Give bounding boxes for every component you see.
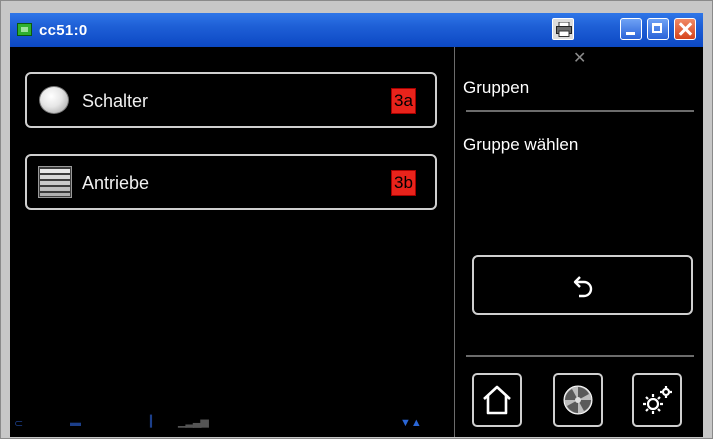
panel-subtitle: Gruppe wählen [463,135,579,154]
blind-actuator-icon [38,166,72,198]
status-icon: ▎ [150,416,159,428]
app-window: cc51:0 ✕ Schalter 3a Antriebe 3b Gruppen… [10,13,703,437]
close-button[interactable] [674,18,696,40]
group-item-label: Schalter [82,91,149,111]
status-icon: ▬ [70,417,81,429]
close-panel-icon[interactable]: ✕ [573,51,586,67]
annotation-tag: 3b [391,170,416,196]
title-bar[interactable]: cc51:0 [10,13,703,47]
divider [466,355,694,357]
annotation-tag: 3a [391,88,416,114]
panel-title: Gruppen [463,78,530,97]
window-title: cc51:0 [39,22,88,39]
group-item-antriebe[interactable]: Antriebe 3b [25,154,437,210]
app-icon [17,23,32,36]
divider [466,110,694,112]
home-button[interactable] [472,373,522,427]
switch-icon [39,86,69,114]
maximize-button[interactable] [647,18,669,40]
minimize-button[interactable] [620,18,642,40]
print-icon[interactable] [552,18,574,40]
group-item-label: Antriebe [82,173,150,193]
back-icon [573,276,593,298]
home-icon [483,385,511,415]
group-item-schalter[interactable]: Schalter 3a [25,72,437,128]
status-strip: ⊂ ▬ ▎ ▁▂▃▅ ▼▲ [10,409,450,437]
signal-strength-icon: ▁▂▃▅ [178,416,209,428]
network-icon: ▼▲ [400,417,422,429]
fan-icon [563,385,593,415]
gear-icon [643,386,672,414]
back-button[interactable] [472,255,693,315]
settings-button[interactable] [632,373,682,427]
panel-divider [454,47,455,437]
fan-button[interactable] [553,373,603,427]
status-icon: ⊂ [14,418,24,430]
